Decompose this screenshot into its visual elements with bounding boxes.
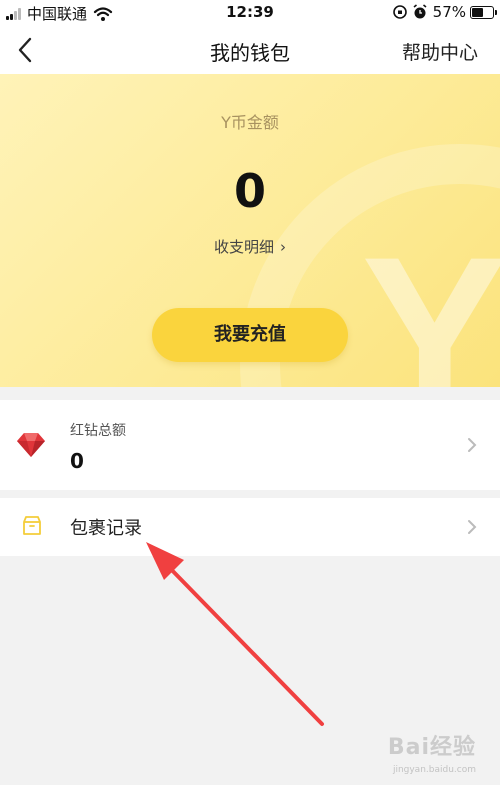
wallet-balance-panel: Y Y币金额 0 收支明细 › 我要充值 — [0, 74, 500, 387]
box-icon — [23, 516, 41, 535]
red-diamond-label: 红钻总额 — [70, 423, 126, 439]
diamond-icon — [17, 433, 45, 457]
package-records-row[interactable]: 包裹记录 — [0, 498, 500, 556]
nav-bar: 我的钱包 帮助中心 — [0, 26, 500, 74]
battery-percent: 57% — [432, 3, 466, 21]
battery-icon — [470, 5, 497, 19]
baidu-watermark: Bai经验 — [387, 735, 476, 760]
balance-value: 0 — [233, 164, 266, 218]
help-center-link[interactable]: 帮助中心 — [402, 38, 478, 65]
transaction-details-link[interactable]: 收支明细 › — [0, 236, 500, 257]
status-right: 57% — [392, 3, 497, 21]
chevron-right-icon — [468, 438, 477, 452]
red-diamond-value: 0 — [70, 449, 84, 473]
recharge-button[interactable]: 我要充值 — [152, 308, 348, 362]
red-diamond-row[interactable]: 红钻总额 0 — [0, 400, 500, 490]
alarm-icon — [413, 4, 427, 19]
balance-label: Y币金额 — [221, 113, 279, 132]
chevron-right-icon — [468, 520, 477, 534]
transaction-details-label: 收支明细 — [213, 238, 274, 256]
baidu-watermark-url: jingyan.baidu.com — [392, 765, 476, 775]
status-bar: 中国联通 12:39 57% — [0, 0, 500, 26]
chevron-right-icon: › — [280, 238, 286, 256]
package-records-label: 包裹记录 — [70, 518, 142, 539]
orientation-lock-icon — [392, 5, 407, 19]
